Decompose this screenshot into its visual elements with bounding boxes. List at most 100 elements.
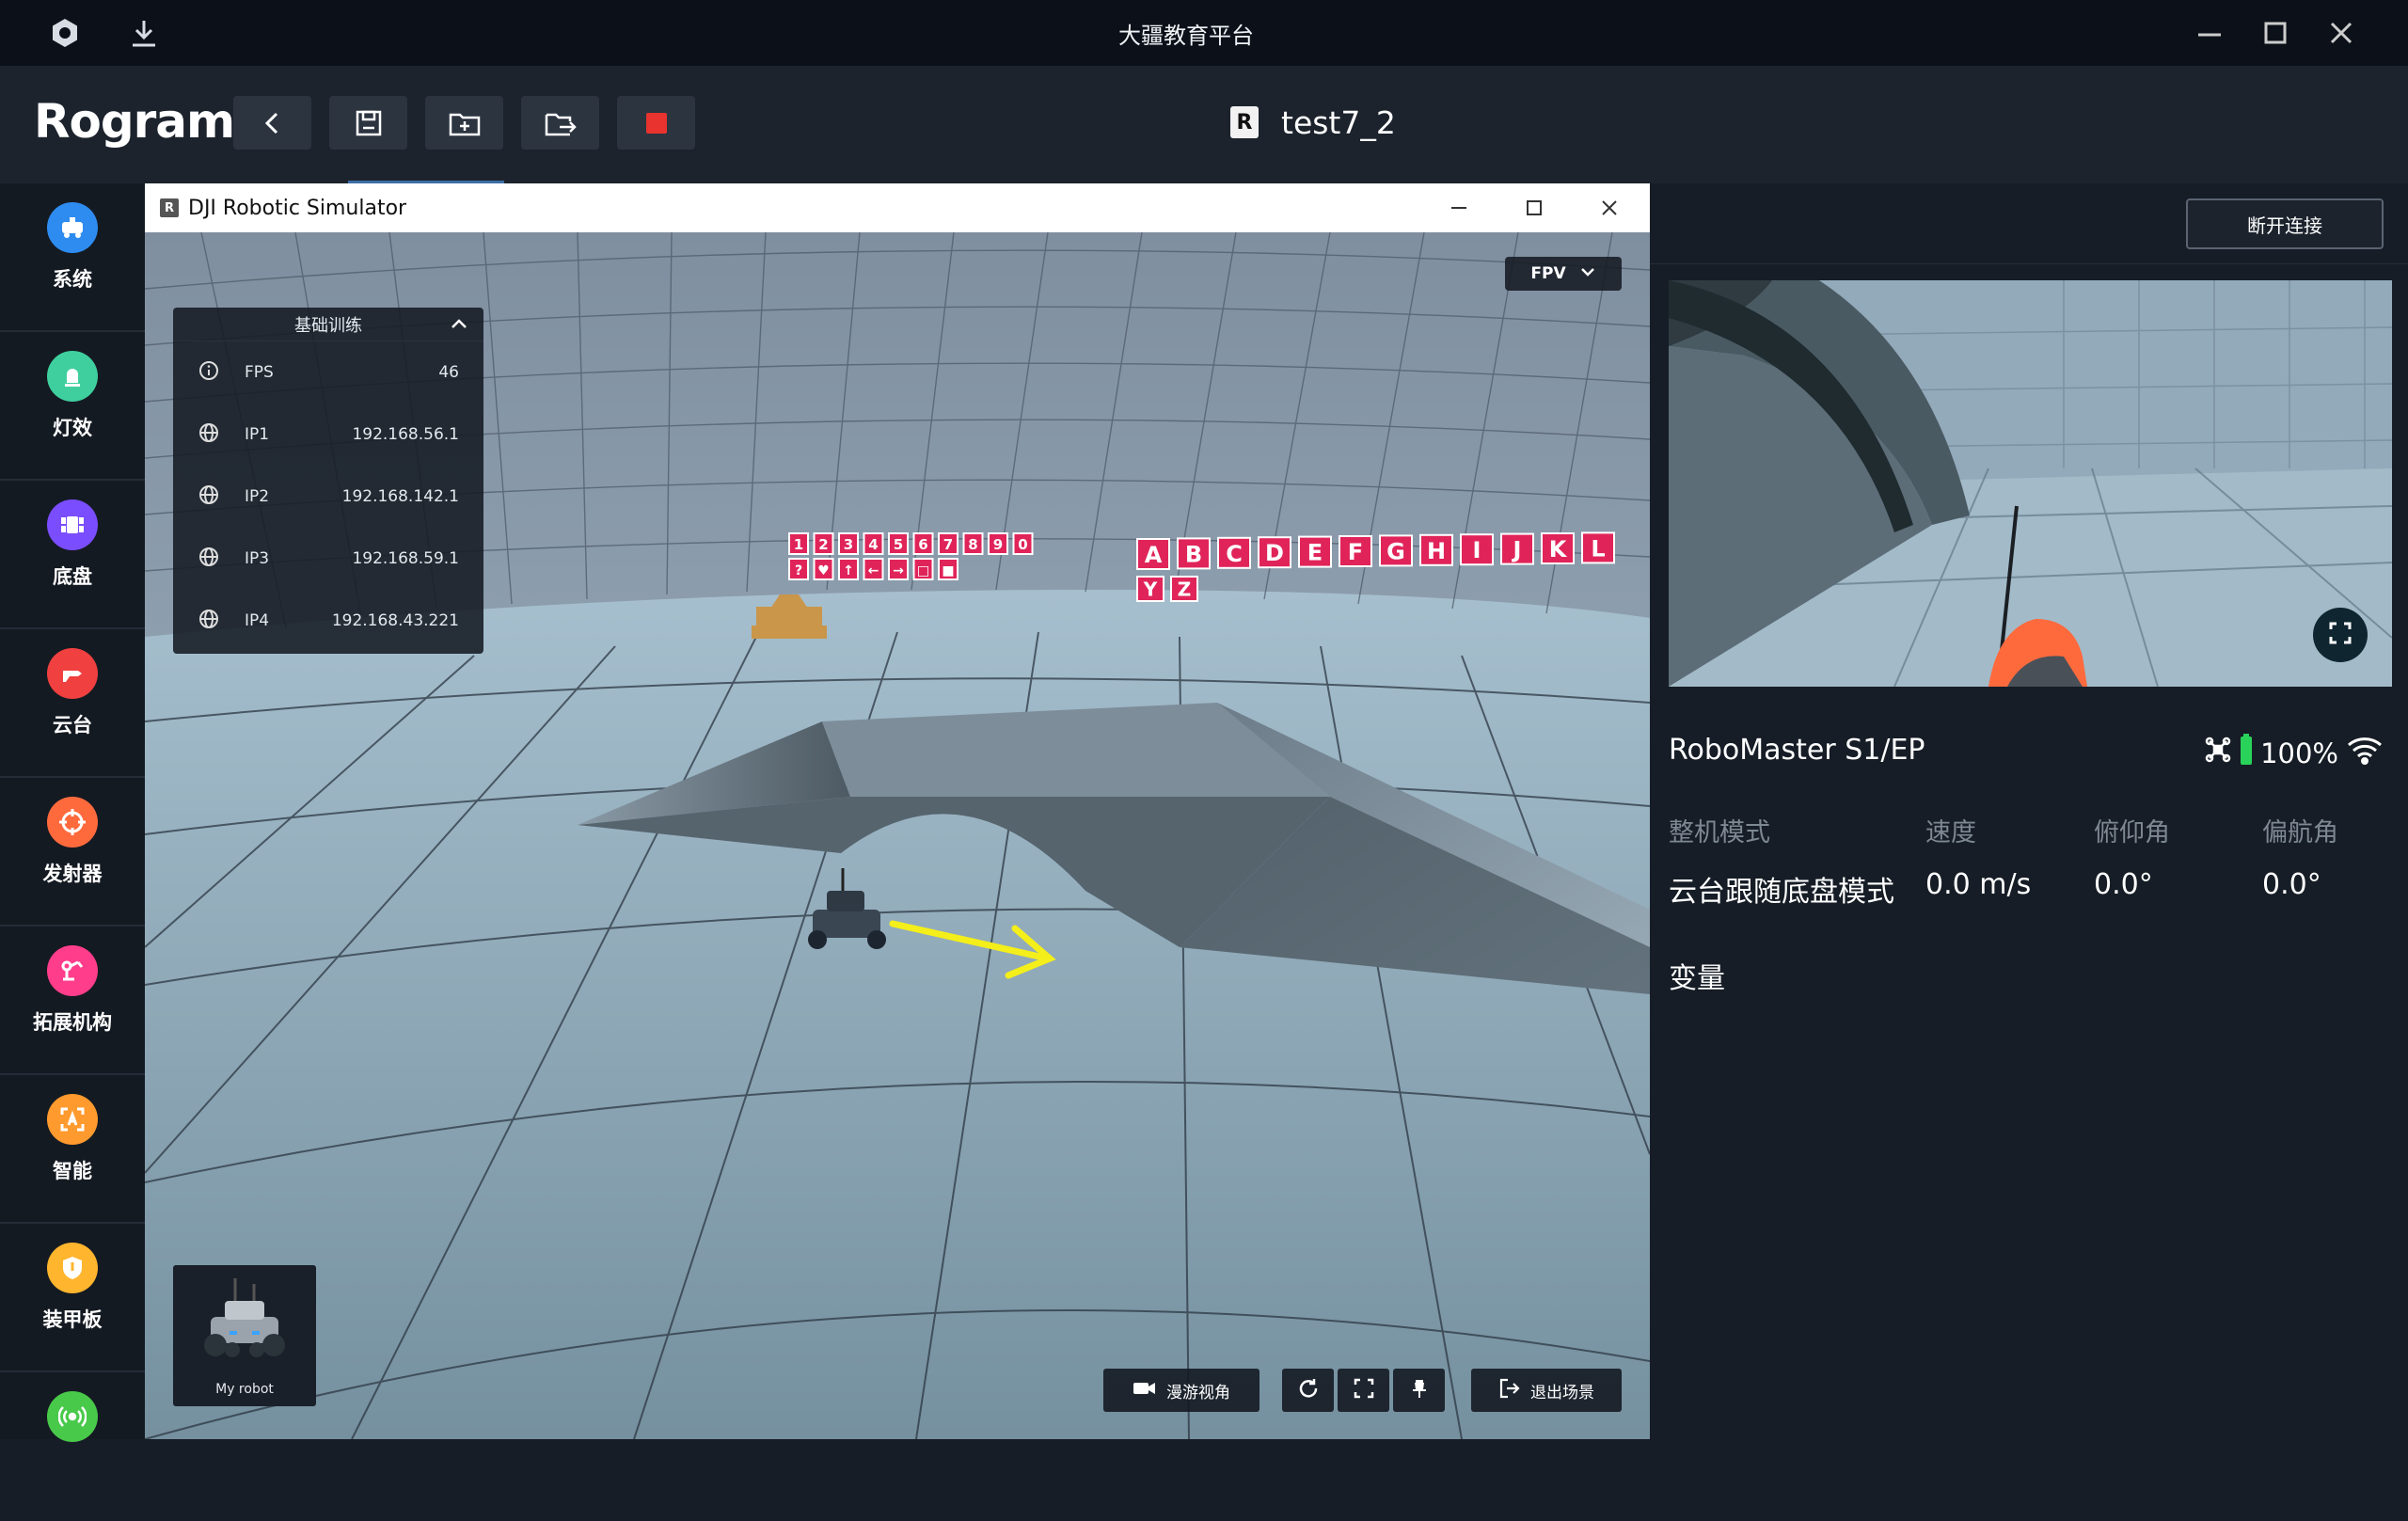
sidebar-label: 云台 xyxy=(53,714,92,737)
sidebar-label: 底盘 xyxy=(53,565,92,588)
chassis-icon xyxy=(47,499,98,550)
stat-value-mode: 云台跟随底盘模式 xyxy=(1669,876,1894,909)
export-button[interactable] xyxy=(521,96,599,150)
robot-status-panel: 断开连接 RoboMaster S1/EP 100% 整机模式 速度 俯仰角 偏… xyxy=(1650,183,2408,1439)
robot-thumbnail xyxy=(204,1278,285,1357)
marker-sign-label: 3 xyxy=(844,536,853,553)
marker-sign-label: 5 xyxy=(894,536,903,553)
new-folder-button[interactable] xyxy=(425,96,503,150)
app-brand: Rogram xyxy=(34,94,235,149)
marker-sign-label: 9 xyxy=(993,536,1003,553)
simulator-titlebar: R DJI Robotic Simulator xyxy=(145,183,1650,232)
marker-sign-label: 2 xyxy=(818,536,828,553)
folder-add-icon xyxy=(449,113,480,135)
sidebar-item-light[interactable]: 灯效 xyxy=(0,332,145,481)
info-label: IP1 xyxy=(245,425,270,444)
stat-value-yaw: 0.0° xyxy=(2262,868,2321,901)
simulation-viewport[interactable]: 1 2 3 4 5 6 7 8 9 0? ♥ ↑ ← → □ ■ ABCDEFGH I J KL YZ 基础训练 FP… xyxy=(145,232,1650,1439)
sidebar-item-armor[interactable]: 装甲板 xyxy=(0,1224,145,1372)
save-button[interactable] xyxy=(329,96,407,150)
marker-sign-label: ♥ xyxy=(817,563,830,578)
view-mode-value: FPV xyxy=(1530,264,1566,283)
info-row-fps: FPS 46 xyxy=(173,341,483,404)
globe-icon xyxy=(198,483,220,511)
simulator-window: R DJI Robotic Simulator 1 2 3 4 5 6 7 8 … xyxy=(145,183,1650,1439)
block-category-sidebar: 系统 灯效 底盘 云台 发射器 拓展机构 智能 装甲板 xyxy=(0,183,145,1442)
marker-sign-label: → xyxy=(893,563,904,578)
chevron-down-icon xyxy=(1579,263,1596,285)
exit-scene-button[interactable]: 退出场景 xyxy=(1471,1369,1622,1412)
info-row-ip2: IP2 192.168.142.1 xyxy=(173,466,483,528)
marker-sign-label: 6 xyxy=(918,536,927,553)
info-label: IP2 xyxy=(245,487,270,506)
stat-label-pitch: 俯仰角 xyxy=(2094,818,2170,848)
roam-view-label: 漫游视角 xyxy=(1166,1383,1230,1402)
my-robot-card[interactable]: My robot xyxy=(173,1265,316,1406)
reset-view-button[interactable] xyxy=(1282,1369,1334,1412)
armor-icon xyxy=(47,1243,98,1293)
simulator-close-button[interactable] xyxy=(1576,191,1642,225)
marker-sign-label: ■ xyxy=(942,563,954,578)
fullscreen-view-button[interactable] xyxy=(1338,1369,1389,1412)
back-button[interactable] xyxy=(233,96,311,150)
stop-icon xyxy=(645,112,667,134)
globe-icon xyxy=(198,421,220,449)
info-value: 46 xyxy=(438,363,459,382)
globe-icon xyxy=(198,608,220,635)
info-label: FPS xyxy=(245,363,274,382)
exit-icon xyxy=(1498,1377,1521,1404)
marker-sign-label: 4 xyxy=(868,536,878,553)
marker-sign-label: ↑ xyxy=(843,563,854,578)
sidebar-item-extension[interactable]: 拓展机构 xyxy=(0,927,145,1075)
marker-sign-label: L xyxy=(1591,535,1605,562)
view-controls xyxy=(1282,1369,1445,1412)
drone-icon xyxy=(2204,736,2232,770)
sidebar-item-gimbal[interactable]: 云台 xyxy=(0,629,145,778)
marker-sign-label: G xyxy=(1386,538,1405,564)
stat-value-speed: 0.0 m/s xyxy=(1925,868,2032,901)
disconnect-button[interactable]: 断开连接 xyxy=(2186,198,2384,249)
sidebar-item-system[interactable]: 系统 xyxy=(0,183,145,332)
sidebar-item-chassis[interactable]: 底盘 xyxy=(0,481,145,629)
simulator-logo: R xyxy=(160,198,179,217)
fullscreen-icon xyxy=(1353,1377,1375,1403)
crosshair-icon xyxy=(47,797,98,848)
exit-scene-label: 退出场景 xyxy=(1530,1383,1594,1402)
sidebar-item-sensor[interactable] xyxy=(0,1372,145,1521)
simulator-minimize-button[interactable] xyxy=(1426,191,1492,225)
window-title: 大疆教育平台 xyxy=(1118,22,1254,49)
arm-icon xyxy=(47,945,98,996)
save-icon xyxy=(356,110,381,135)
roam-view-button[interactable]: 漫游视角 xyxy=(1103,1369,1259,1412)
fpv-camera-view[interactable] xyxy=(1669,280,2392,687)
sidebar-item-ai[interactable]: 智能 xyxy=(0,1075,145,1224)
marker-sign-label: 7 xyxy=(943,536,953,553)
wifi-icon xyxy=(2346,735,2384,771)
rotate-icon xyxy=(1297,1377,1320,1403)
marker-sign-label: 1 xyxy=(794,536,803,553)
info-row-ip1: IP1 192.168.56.1 xyxy=(173,404,483,466)
sidebar-item-blaster[interactable]: 发射器 xyxy=(0,778,145,927)
simulator-maximize-button[interactable] xyxy=(1501,191,1567,225)
my-robot-label: My robot xyxy=(215,1382,274,1397)
sidebar-label: 装甲板 xyxy=(42,1308,103,1331)
camera-fullscreen-button[interactable] xyxy=(2313,608,2368,662)
info-panel-header[interactable]: 基础训练 xyxy=(173,308,483,341)
pin-icon xyxy=(1408,1377,1431,1403)
marker-sign-label: ← xyxy=(868,563,879,578)
stop-button[interactable] xyxy=(617,96,695,150)
info-panel: 基础训练 FPS 46 IP1 192.168.56.1 IP2 192.168… xyxy=(173,308,483,654)
info-value: 192.168.142.1 xyxy=(341,487,459,506)
maximize-button[interactable] xyxy=(2242,9,2308,56)
minimize-button[interactable] xyxy=(2177,9,2242,56)
sidebar-label: 灯效 xyxy=(53,417,92,439)
camera-icon xyxy=(1133,1379,1157,1402)
variables-heading: 变量 xyxy=(1669,962,1725,995)
gimbal-icon xyxy=(47,648,98,699)
close-button[interactable] xyxy=(2308,9,2374,56)
marker-sign-label: I xyxy=(1473,537,1481,563)
pin-view-button[interactable] xyxy=(1393,1369,1445,1412)
chevron-up-icon[interactable] xyxy=(450,314,468,338)
view-mode-dropdown[interactable]: FPV xyxy=(1505,257,1622,291)
marker-sign-label: J xyxy=(1512,537,1522,563)
